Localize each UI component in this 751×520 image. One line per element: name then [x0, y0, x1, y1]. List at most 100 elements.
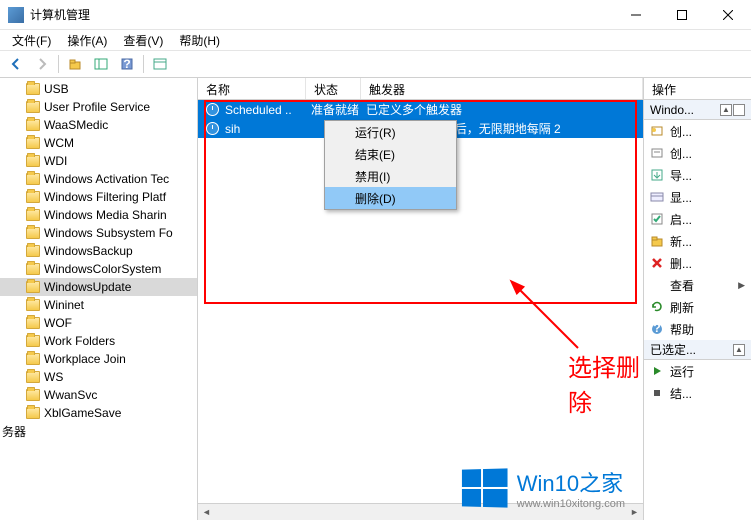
annotation-arrow — [508, 278, 608, 358]
main-area: USB User Profile ServiceWaaSMedicWCMWDI Wi… — [0, 78, 751, 520]
close-button[interactable] — [705, 0, 751, 30]
scroll-right-button[interactable]: ► — [626, 504, 643, 520]
action-label: 运行 — [670, 363, 694, 380]
collapse-icon[interactable]: ▲ — [720, 104, 732, 116]
tree-label: Work Folders — [44, 334, 115, 348]
collapse-icon[interactable]: ▲ — [733, 344, 745, 356]
tree-item-windowsbackup[interactable]: WindowsBackup — [0, 242, 197, 260]
help-button[interactable]: ? — [115, 53, 139, 75]
task-row[interactable]: Scheduled ..准备就绪已定义多个触发器 — [198, 100, 643, 119]
column-trigger[interactable]: 触发器 — [361, 78, 643, 99]
folder-icon — [26, 227, 40, 239]
tree-item-windows-activation-tec[interactable]: Windows Activation Tec — [0, 170, 197, 188]
tree-item-work-folders[interactable]: Work Folders — [0, 332, 197, 350]
back-button[interactable] — [4, 53, 28, 75]
refresh-icon — [650, 300, 664, 314]
action-display[interactable]: 显... — [644, 186, 751, 208]
context-menu-item[interactable]: 禁用(I) — [325, 165, 456, 187]
tree-item-wdi[interactable]: WDI — [0, 152, 197, 170]
tree-label: Windows Media Sharin — [44, 208, 167, 222]
watermark-url: www.win10xitong.com — [517, 498, 625, 510]
scroll-left-button[interactable]: ◄ — [198, 504, 215, 520]
action-refresh[interactable]: 刷新 — [644, 296, 751, 318]
forward-button[interactable] — [30, 53, 54, 75]
task-trigger: 已定义多个触发器 — [366, 101, 643, 118]
action-label: 启... — [670, 211, 692, 228]
action-group-header[interactable]: Windo... ▲ — [644, 100, 751, 120]
tree-label: WindowsColorSystem — [44, 262, 161, 276]
folder-icon — [26, 317, 40, 329]
menu-action[interactable]: 操作(A) — [59, 30, 115, 51]
action-label: 显... — [670, 189, 692, 206]
tree-label: Windows Activation Tec — [44, 172, 169, 186]
tree-label: WindowsBackup — [44, 244, 133, 258]
action-label: 查看 — [670, 277, 694, 294]
action-enable[interactable]: 启... — [644, 208, 751, 230]
menu-file[interactable]: 文件(F) — [4, 30, 59, 51]
folder-icon — [26, 407, 40, 419]
folder-icon — [26, 209, 40, 221]
tree-item-windows-subsystem-fo[interactable]: Windows Subsystem Fo — [0, 224, 197, 242]
tree-item-user-profile-service[interactable]: User Profile Service — [0, 98, 197, 116]
folder-icon — [26, 173, 40, 185]
help-icon: ? — [650, 322, 664, 336]
tree-item-windowscolorsystem[interactable]: WindowsColorSystem — [0, 260, 197, 278]
tree-item-ws[interactable]: WS — [0, 368, 197, 386]
clock-icon — [206, 103, 219, 116]
action-group-header-2[interactable]: 已选定... ▲ — [644, 340, 751, 360]
tree-label: USB — [44, 82, 69, 96]
tree-item-wininet[interactable]: Wininet — [0, 296, 197, 314]
action-new-folder[interactable]: 新... — [644, 230, 751, 252]
show-hide-button[interactable] — [89, 53, 113, 75]
action-create[interactable]: 创... — [644, 142, 751, 164]
tree-item-windowsupdate[interactable]: WindowsUpdate — [0, 278, 197, 296]
menu-help[interactable]: 帮助(H) — [171, 30, 228, 51]
display-icon — [650, 190, 664, 204]
context-menu-item[interactable]: 运行(R) — [325, 121, 456, 143]
submenu-arrow-icon: ▶ — [738, 280, 745, 291]
action-group-title: Windo... — [650, 103, 694, 117]
action-end[interactable]: 结... — [644, 382, 751, 404]
tree-label: XblGameSave — [44, 406, 121, 420]
delete-icon — [650, 256, 664, 270]
tree-item-xblgamesave[interactable]: XblGameSave — [0, 404, 197, 422]
clock-icon — [206, 122, 219, 135]
action-label: 刷新 — [670, 299, 694, 316]
tree-item-wof[interactable]: WOF — [0, 314, 197, 332]
tree-footer-item[interactable]: 务器 — [0, 422, 197, 440]
tree-item-waasmedic[interactable]: WaaSMedic — [0, 116, 197, 134]
tree-item-windows-filtering-platf[interactable]: Windows Filtering Platf — [0, 188, 197, 206]
svg-text:?: ? — [653, 322, 660, 335]
properties-button[interactable] — [148, 53, 172, 75]
close-panel-icon[interactable] — [733, 104, 745, 116]
tree-label: WwanSvc — [44, 388, 97, 402]
action-import[interactable]: 导... — [644, 164, 751, 186]
menu-view[interactable]: 查看(V) — [115, 30, 171, 51]
task-name: Scheduled .. — [225, 103, 311, 117]
tree-label: WS — [44, 370, 63, 384]
column-status[interactable]: 状态 — [306, 78, 361, 99]
action-help[interactable]: ?帮助 — [644, 318, 751, 340]
folder-icon — [26, 191, 40, 203]
minimize-button[interactable] — [613, 0, 659, 30]
tree-panel[interactable]: USB User Profile ServiceWaaSMedicWCMWDI Wi… — [0, 78, 198, 520]
context-menu: 运行(R)结束(E)禁用(I)删除(D) — [324, 120, 457, 210]
actions-header: 操作 — [644, 78, 751, 100]
action-create-basic[interactable]: 创... — [644, 120, 751, 142]
tree-item-workplace-join[interactable]: Workplace Join — [0, 350, 197, 368]
tree-item-wcm[interactable]: WCM — [0, 134, 197, 152]
folder-icon — [26, 101, 40, 113]
tree-item-usb[interactable]: USB — [0, 80, 197, 98]
tree-item-wwansvc[interactable]: WwanSvc — [0, 386, 197, 404]
context-menu-item[interactable]: 删除(D) — [325, 187, 456, 209]
action-view[interactable]: 查看 ▶ — [644, 274, 751, 296]
context-menu-item[interactable]: 结束(E) — [325, 143, 456, 165]
tree-label: WindowsUpdate — [44, 280, 131, 294]
tree-item-windows-media-sharin[interactable]: Windows Media Sharin — [0, 206, 197, 224]
toolbar-separator — [58, 55, 59, 73]
column-name[interactable]: 名称 — [198, 78, 306, 99]
up-button[interactable] — [63, 53, 87, 75]
maximize-button[interactable] — [659, 0, 705, 30]
action-run[interactable]: 运行 — [644, 360, 751, 382]
action-delete[interactable]: 删... — [644, 252, 751, 274]
